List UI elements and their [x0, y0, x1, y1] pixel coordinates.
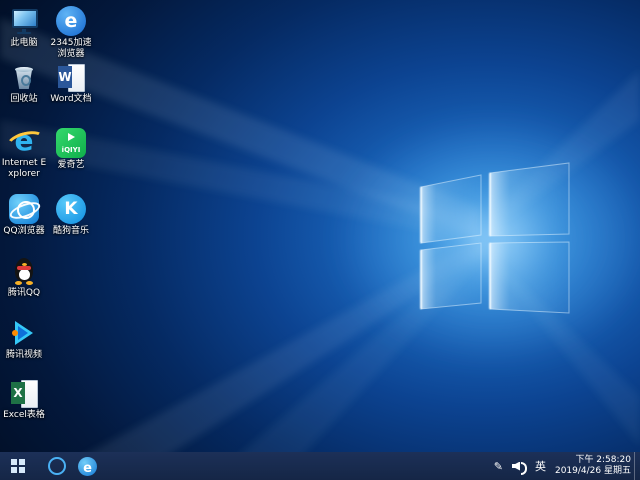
desktop-icon-this-pc[interactable]: 此电脑: [1, 6, 47, 49]
icon-label: 此电脑: [10, 38, 38, 48]
excel-icon: X: [9, 378, 39, 408]
2345-browser-icon: e: [56, 6, 86, 36]
clock-time: 下午 2:58:20: [575, 455, 631, 465]
internet-explorer-icon: e: [4, 126, 48, 158]
desktop-icon-iqiyi[interactable]: iQIYI 爱奇艺: [48, 128, 94, 171]
desktop-icon-tencent-video[interactable]: 腾讯视频: [1, 318, 47, 361]
icon-label: Word文档: [50, 94, 92, 104]
word-letter: W: [58, 70, 72, 84]
volume-icon[interactable]: [511, 461, 527, 475]
edge-letter: e: [83, 460, 92, 476]
iqiyi-icon: iQIYI: [56, 128, 86, 158]
icon-label: 回收站: [10, 94, 38, 104]
kugou-icon: K: [56, 194, 86, 224]
word-icon: W: [56, 62, 86, 92]
cortana-icon[interactable]: [48, 457, 66, 475]
icon-label: 2345加速浏览器: [50, 38, 92, 59]
iqiyi-logo-text: iQIYI: [61, 146, 81, 154]
desktop-icon-tencent-qq[interactable]: 腾讯QQ: [1, 256, 47, 299]
pen-input-icon[interactable]: ✎: [494, 460, 503, 473]
desktop-icon-internet-explorer[interactable]: e Internet Explorer: [1, 126, 48, 180]
icon-label: Excel表格: [3, 410, 45, 420]
qq-browser-icon: [7, 194, 43, 224]
desktop-icon-2345-browser[interactable]: e 2345加速浏览器: [48, 6, 94, 60]
show-desktop-button[interactable]: [634, 452, 640, 480]
desktop-icon-word[interactable]: W Word文档: [48, 62, 94, 105]
tencent-qq-icon: [9, 256, 39, 286]
icon-label: 腾讯视频: [5, 350, 42, 360]
language-indicator[interactable]: 英: [535, 458, 546, 474]
icon-label: 爱奇艺: [57, 160, 85, 170]
desktop: 此电脑 e 2345加速浏览器 回收站 W Word文档 e Internet …: [0, 0, 640, 480]
wallpaper-image: [0, 0, 640, 480]
icon-label: Internet Explorer: [1, 158, 47, 179]
desktop-icon-qq-browser[interactable]: QQ浏览器: [1, 194, 47, 237]
taskbar: e ✎ 英 下午 2:58:20 2019/4/26 星期五: [0, 452, 640, 480]
taskbar-clock[interactable]: 下午 2:58:20 2019/4/26 星期五: [555, 455, 631, 477]
tencent-video-icon: [9, 318, 39, 348]
icon-label: QQ浏览器: [3, 226, 45, 236]
windows-logo-icon: [11, 459, 25, 473]
desktop-icon-excel[interactable]: X Excel表格: [1, 378, 47, 421]
edge-browser-icon[interactable]: e: [78, 456, 97, 476]
excel-letter: X: [13, 386, 23, 400]
2345-letter: e: [64, 10, 78, 32]
start-button[interactable]: [0, 452, 36, 480]
this-pc-icon: [9, 6, 39, 36]
kugou-letter: K: [64, 199, 78, 219]
recycle-bin-icon: [9, 62, 39, 92]
icon-label: 酷狗音乐: [52, 226, 89, 236]
icon-label: 腾讯QQ: [7, 288, 41, 298]
clock-date: 2019/4/26 星期五: [554, 466, 631, 476]
system-tray: ✎ 英 下午 2:58:20 2019/4/26 星期五: [494, 452, 640, 480]
desktop-icon-recycle-bin[interactable]: 回收站: [1, 62, 47, 105]
desktop-icon-kugou[interactable]: K 酷狗音乐: [48, 194, 94, 237]
